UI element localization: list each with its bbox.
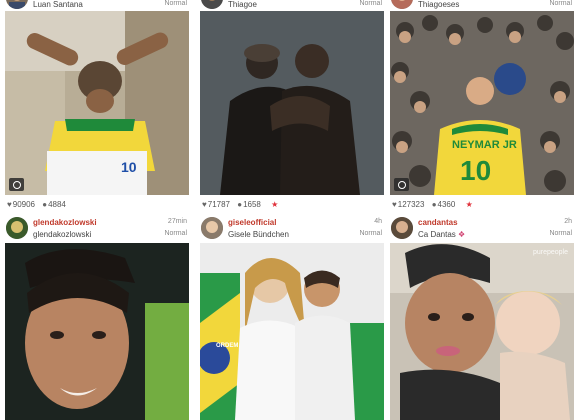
avatar[interactable]	[6, 0, 28, 9]
avatar[interactable]	[201, 217, 223, 239]
heart-icon[interactable]: ♥	[7, 200, 12, 209]
post-photo[interactable]: ORDEM	[200, 243, 384, 420]
camera-icon	[9, 178, 24, 191]
avatar[interactable]	[6, 217, 28, 239]
avatar[interactable]	[391, 217, 413, 239]
post-photo[interactable]	[200, 11, 384, 195]
photo-grid: Luan Santana Normal 10 ♥90906 ●4884 Thia…	[0, 0, 578, 420]
like-count: 127323	[397, 200, 425, 209]
post-photo[interactable]: purepeople	[390, 243, 574, 420]
post-header: glendakozlowski glendakozlowski 27min No…	[5, 214, 189, 242]
display-name[interactable]: Thiagoeses	[418, 0, 459, 9]
post-stats: ♥71787 ●1658 ★	[202, 200, 278, 209]
star-icon[interactable]: ★	[271, 200, 278, 209]
post-time: 2h	[564, 218, 572, 225]
username[interactable]: candantas	[418, 218, 458, 227]
display-name: Ca Dantas ❖	[418, 230, 465, 239]
post-stats: ♥127323 ●4360 ★	[392, 200, 473, 209]
filter-label: Normal	[164, 0, 187, 7]
flag-text: ORDEM	[216, 343, 239, 349]
filter-label: Normal	[359, 230, 382, 237]
comment-icon[interactable]: ●	[432, 200, 437, 209]
display-name[interactable]: Thiagoe	[228, 0, 257, 9]
heart-icon[interactable]: ♥	[392, 200, 397, 209]
comment-count: 4360	[437, 200, 456, 209]
comment-icon[interactable]: ●	[42, 200, 47, 209]
post-card[interactable]: Thiagoeses Normal NEYMAR JR 10 ♥127323 ●…	[390, 0, 574, 212]
username[interactable]: glendakozlowski	[33, 218, 97, 227]
post-photo[interactable]: NEYMAR JR 10	[390, 11, 574, 195]
post-card[interactable]: giseleofficial Gisele Bündchen 4h Normal…	[200, 212, 384, 420]
post-photo[interactable]: 10	[5, 11, 189, 195]
filter-label: Normal	[549, 230, 572, 237]
camera-icon	[394, 178, 409, 191]
display-name[interactable]: glendakozlowski	[33, 230, 91, 239]
display-name-text[interactable]: Ca Dantas	[418, 230, 456, 239]
jersey-name: NEYMAR JR	[452, 139, 517, 151]
post-card[interactable]: glendakozlowski glendakozlowski 27min No…	[5, 212, 189, 420]
username[interactable]: giseleofficial	[228, 218, 276, 227]
post-header: giseleofficial Gisele Bündchen 4h Normal	[200, 214, 384, 242]
post-card[interactable]: Thiagoe Normal ♥71787 ●1658 ★	[200, 0, 384, 212]
like-count: 90906	[12, 200, 35, 209]
post-card[interactable]: candantas Ca Dantas ❖ 2h Normal purepeop…	[390, 212, 574, 420]
like-count: 71787	[207, 200, 230, 209]
display-name[interactable]: Luan Santana	[33, 0, 83, 9]
gift-icon: ❖	[455, 230, 466, 239]
jersey-number: 10	[460, 155, 492, 186]
filter-label: Normal	[359, 0, 382, 7]
comment-count: 4884	[48, 200, 66, 209]
star-icon[interactable]: ★	[466, 200, 473, 209]
display-name[interactable]: Gisele Bündchen	[228, 230, 289, 239]
post-card[interactable]: Luan Santana Normal 10 ♥90906 ●4884	[5, 0, 189, 212]
avatar[interactable]	[391, 0, 413, 9]
filter-label: Normal	[549, 0, 572, 7]
post-photo[interactable]	[5, 243, 189, 420]
watermark: purepeople	[532, 249, 568, 256]
comment-count: 1658	[243, 200, 261, 209]
comment-icon[interactable]: ●	[237, 200, 242, 209]
avatar[interactable]	[201, 0, 223, 9]
filter-label: Normal	[164, 230, 187, 237]
post-header: candantas Ca Dantas ❖ 2h Normal	[390, 214, 574, 242]
post-time: 4h	[374, 218, 382, 225]
post-stats: ♥90906 ●4884	[7, 200, 71, 209]
jersey-number: 10	[121, 159, 137, 175]
post-time: 27min	[167, 218, 187, 225]
heart-icon[interactable]: ♥	[202, 200, 207, 209]
